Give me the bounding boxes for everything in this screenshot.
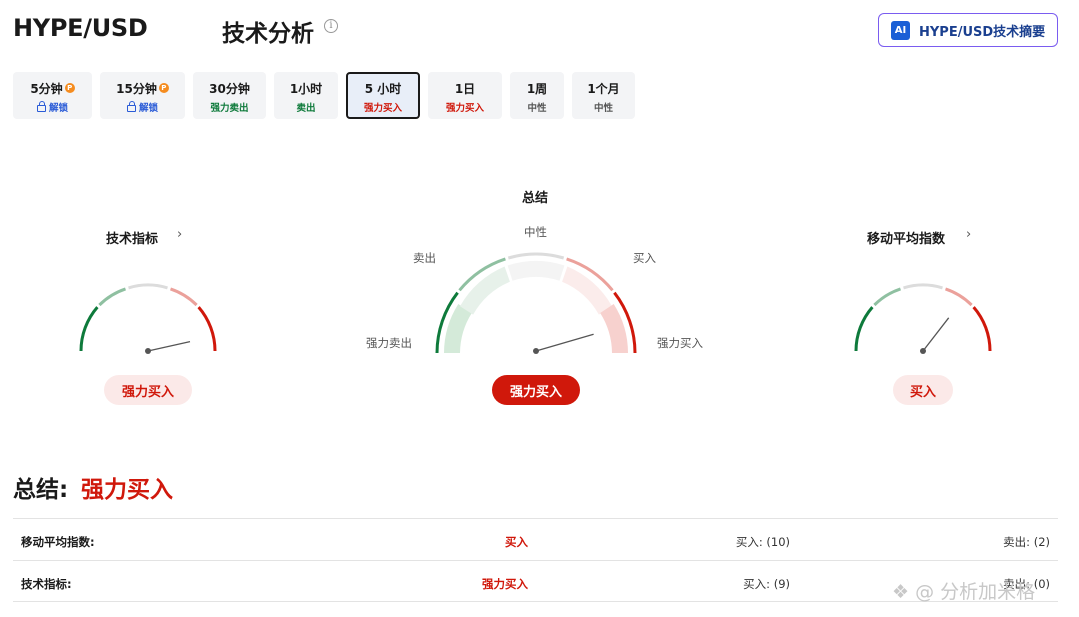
gauge-segment-strong-sell xyxy=(79,306,99,352)
tab-status: 强力卖出 xyxy=(210,103,249,114)
tab-label: 30分钟 xyxy=(209,82,250,96)
gauge-segment-sell xyxy=(873,287,902,307)
pair-title: HYPE/USD xyxy=(13,14,148,42)
tab-label: 5分钟 xyxy=(30,82,63,96)
moving-average-gauge xyxy=(854,283,992,354)
gauge-fill-buy xyxy=(562,266,612,315)
tab-status: 解锁 xyxy=(138,103,158,114)
tab-status: 强力买入 xyxy=(445,103,484,114)
summary-value: 强力买入 xyxy=(81,477,173,503)
ai-summary-button[interactable]: AI HYPE/USD技术摘要 xyxy=(878,13,1058,47)
summary-gauge-title: 总结 xyxy=(522,191,549,206)
tab-label: 15分钟 xyxy=(116,82,157,96)
gauge-segment-strong-buy xyxy=(197,306,217,352)
row-name: 技术指标: xyxy=(21,577,72,591)
gauge-label-strong-buy: 强力买入 xyxy=(657,336,703,350)
tab-status: 卖出 xyxy=(296,103,316,114)
tab-1week[interactable]: 1周 中性 xyxy=(510,72,564,119)
tab-label: 5 小时 xyxy=(364,82,402,96)
table-row: 移动平均指数: 买入 买入: (10) 卖出: (2) xyxy=(13,518,1058,560)
gauge-needle xyxy=(147,340,191,352)
ai-icon: AI xyxy=(891,20,910,40)
summary-heading: 总结: xyxy=(13,477,69,503)
tab-label: 1日 xyxy=(454,82,476,96)
row-name: 移动平均指数: xyxy=(21,535,95,549)
row-buy-count: 买入: (10) xyxy=(735,535,790,549)
gauge-pivot xyxy=(920,348,926,354)
gauge-segment-neutral xyxy=(507,252,565,260)
gauge-segment-strong-buy xyxy=(972,306,992,352)
tab-label: 1小时 xyxy=(289,82,323,96)
gauge-pivot xyxy=(533,348,539,354)
tab-status: 中性 xyxy=(593,103,613,114)
header: HYPE/USD 技术分析 i AI HYPE/USD技术摘要 xyxy=(0,0,1079,60)
gauge-segment-sell xyxy=(98,287,127,307)
moving-average-title[interactable]: 移动平均指数 xyxy=(867,228,945,247)
tab-label: 1个月 xyxy=(587,82,620,96)
gauge-segment-buy xyxy=(169,287,198,307)
tab-status: 中性 xyxy=(527,103,547,114)
lock-icon xyxy=(36,101,46,112)
gauge-pivot xyxy=(145,348,151,354)
moving-average-result-badge: 买入 xyxy=(893,375,953,405)
premium-icon: P xyxy=(158,83,169,93)
tab-1hour[interactable]: 1小时 卖出 xyxy=(274,72,338,119)
premium-icon: P xyxy=(64,83,75,93)
gauge-segment-neutral xyxy=(903,283,943,290)
gauge-label-strong-sell: 强力卖出 xyxy=(366,336,412,350)
tab-5min[interactable]: 5分钟 P 解锁 xyxy=(13,72,92,119)
tab-5hour[interactable]: 5 小时 强力买入 xyxy=(346,72,420,119)
summary-gauge xyxy=(435,252,637,354)
tab-15min[interactable]: 15分钟 P 解锁 xyxy=(100,72,185,119)
summary-result-badge: 强力买入 xyxy=(492,375,580,405)
gauge-fill-strong-sell xyxy=(444,304,472,353)
gauge-segment-buy xyxy=(944,287,973,307)
row-sell-count: 卖出: (2) xyxy=(1003,535,1050,549)
info-icon[interactable]: i xyxy=(324,19,338,33)
tab-1day[interactable]: 1日 强力买入 xyxy=(428,72,502,119)
gauge-label-neutral: 中性 xyxy=(524,225,547,239)
ai-summary-label: HYPE/USD技术摘要 xyxy=(919,24,1046,40)
tab-label: 1周 xyxy=(526,82,548,96)
gauge-fill-sell xyxy=(460,266,510,315)
gauge-needle xyxy=(922,317,950,352)
technical-result-badge: 强力买入 xyxy=(104,375,192,405)
tab-status: 强力买入 xyxy=(363,103,402,114)
chevron-right-icon[interactable]: › xyxy=(177,227,182,242)
lock-icon xyxy=(126,101,136,112)
tab-1month[interactable]: 1个月 中性 xyxy=(572,72,635,119)
row-buy-count: 买入: (9) xyxy=(743,577,790,591)
technical-gauge xyxy=(79,283,217,354)
tab-status: 解锁 xyxy=(48,103,68,114)
tab-30min[interactable]: 30分钟 强力卖出 xyxy=(193,72,266,119)
gauge-segment-neutral xyxy=(128,283,168,290)
watermark: ❖ @ 分析加米格 xyxy=(892,581,1036,603)
gauge-fill-neutral xyxy=(507,261,565,281)
page-title: 技术分析 xyxy=(222,21,314,47)
gauge-segment-strong-sell xyxy=(854,306,874,352)
gauge-needle xyxy=(535,333,594,352)
gauge-fill-strong-buy xyxy=(600,304,628,353)
chevron-right-icon[interactable]: › xyxy=(966,227,971,242)
row-signal: 强力买入 xyxy=(482,577,528,591)
technical-indicators-title[interactable]: 技术指标 xyxy=(106,228,158,247)
row-signal: 买入 xyxy=(505,535,528,549)
